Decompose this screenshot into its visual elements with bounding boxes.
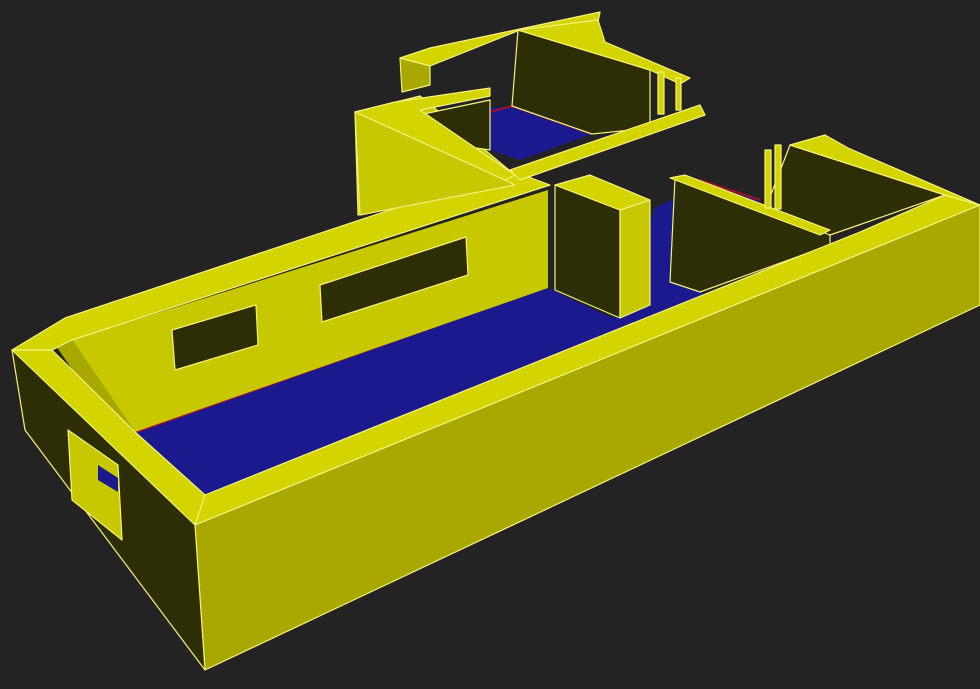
floor-plan-render xyxy=(11,11,980,671)
door-frame-right-1 xyxy=(764,149,772,209)
door-frame-right-2 xyxy=(774,144,782,210)
door-frame-upper-1 xyxy=(657,71,665,115)
3d-viewport[interactable] xyxy=(0,0,980,689)
door-frame-upper-2 xyxy=(675,77,682,111)
partition-block-side xyxy=(619,199,651,319)
